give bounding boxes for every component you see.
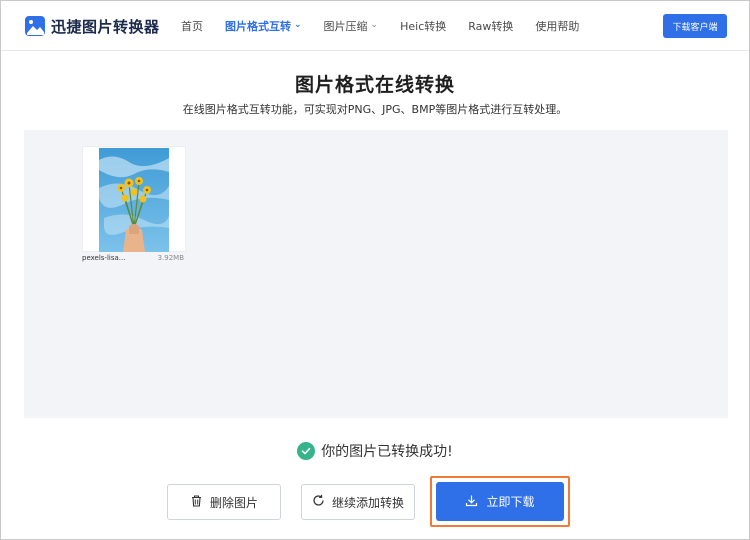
app-name: 迅捷图片转换器 <box>51 17 160 36</box>
trash-icon <box>190 494 203 510</box>
nav-raw[interactable]: Raw转换 <box>468 1 513 51</box>
download-icon <box>465 494 478 510</box>
delete-image-label: 删除图片 <box>209 495 258 510</box>
add-more-label: 继续添加转换 <box>331 495 404 510</box>
file-card[interactable]: pexels-lisa... 3.92MB <box>82 146 186 266</box>
nav-help-label: 使用帮助 <box>535 20 580 33</box>
success-status: 你的图片已转换成功! <box>0 440 750 462</box>
nav-raw-label: Raw转换 <box>468 20 514 33</box>
image-logo-icon <box>25 16 45 36</box>
chevron-down-icon: ⌄ <box>370 20 379 30</box>
download-now-label: 立即下载 <box>486 495 535 509</box>
download-client-button[interactable]: 下载客户端 <box>663 14 727 38</box>
chevron-down-icon: ⌄ <box>294 20 302 30</box>
file-name: pexels-lisa... <box>82 254 126 262</box>
check-circle-icon <box>297 442 316 460</box>
flower-photo-thumbnail <box>99 148 169 252</box>
image-thumbnail <box>82 146 186 252</box>
nav-help[interactable]: 使用帮助 <box>535 1 579 51</box>
file-size: 3.92MB <box>157 254 184 262</box>
app-logo[interactable]: 迅捷图片转换器 <box>25 15 160 37</box>
main-nav: 首页 图片格式互转 ⌄ 图片压缩 ⌄ Heic转换 Raw转换 使用帮助 <box>181 1 601 51</box>
add-more-button[interactable]: 继续添加转换 <box>301 484 415 520</box>
nav-compress-label: 图片压缩 <box>323 20 368 33</box>
nav-format-convert-label: 图片格式互转 <box>225 20 291 33</box>
top-header: 迅捷图片转换器 首页 图片格式互转 ⌄ 图片压缩 ⌄ Heic转换 Raw转换 … <box>1 1 749 51</box>
nav-compress[interactable]: 图片压缩 ⌄ <box>324 1 379 51</box>
download-now-button[interactable]: 立即下载 <box>436 482 564 521</box>
delete-image-button[interactable]: 删除图片 <box>167 484 281 520</box>
refresh-icon <box>312 494 325 510</box>
success-message: 你的图片已转换成功! <box>321 444 453 460</box>
page-title: 图片格式在线转换 <box>294 74 455 96</box>
nav-home-label: 首页 <box>181 20 203 33</box>
nav-home[interactable]: 首页 <box>181 1 203 51</box>
nav-heic-label: Heic转换 <box>400 20 447 33</box>
nav-heic[interactable]: Heic转换 <box>400 1 446 51</box>
page-subtitle: 在线图片格式互转功能，可实现对PNG、JPG、BMP等图片格式进行互转处理。 <box>182 103 568 116</box>
nav-format-convert[interactable]: 图片格式互转 ⌄ <box>225 1 302 51</box>
